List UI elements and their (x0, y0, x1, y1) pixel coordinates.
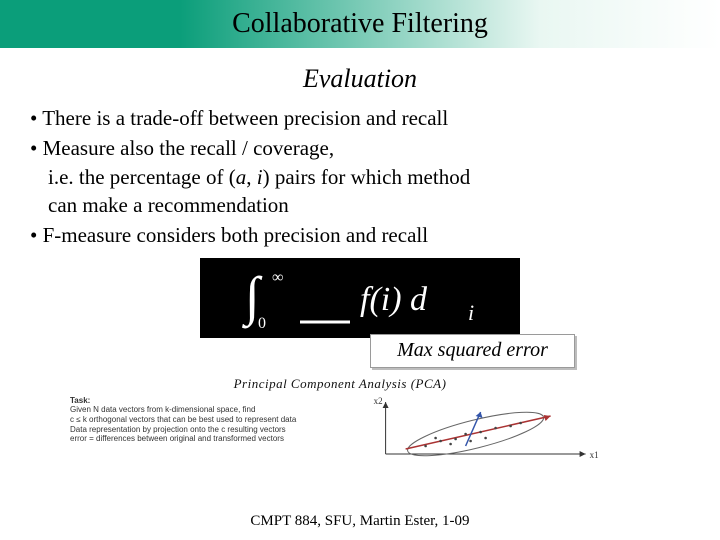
bullet-3-text: F-measure considers both precision and r… (43, 223, 428, 247)
pca-l3: Data representation by projection onto t… (70, 425, 351, 435)
pca-x2-label: x2 (373, 396, 382, 406)
formula-svg: ∫ ∞ 0 f(i) d i (210, 264, 510, 332)
bullet-2: • Measure also the recall / coverage, i.… (30, 134, 690, 219)
bullet-1-text: There is a trade-off between precision a… (42, 106, 448, 130)
pca-axis-y-arrow (382, 402, 388, 408)
slide: Collaborative Filtering Evaluation • The… (0, 0, 720, 540)
pca-x1-label: x1 (589, 450, 598, 460)
formula-image: ∫ ∞ 0 f(i) d i (200, 258, 520, 338)
pca-pc2 (465, 412, 480, 446)
integral-lower: 0 (258, 315, 266, 332)
b2-prefix: i.e. the percentage of ( (48, 165, 236, 189)
pca-pc1 (405, 416, 550, 449)
figure-area: ∫ ∞ 0 f(i) d i Max squared error Princip… (0, 258, 720, 458)
pca-figure: Principal Component Analysis (PCA) Task:… (70, 376, 610, 472)
formula-sub: i (468, 300, 474, 325)
slide-footer: CMPT 884, SFU, Martin Ester, 1-09 (0, 513, 720, 530)
bullet-2-line3: can make a recommendation (30, 191, 690, 219)
pca-axis-x-arrow (579, 451, 585, 457)
b2-comma: , (246, 165, 257, 189)
slide-subtitle: Evaluation (0, 64, 720, 94)
pca-ellipse (404, 403, 547, 464)
title-bar: Collaborative Filtering (0, 0, 720, 48)
pca-plot: x1 x2 (361, 394, 610, 466)
formula-body: f(i) d (360, 281, 428, 318)
bullet-1: • There is a trade-off between precision… (30, 104, 690, 132)
b2-suffix: ) pairs for which method (263, 165, 471, 189)
pca-l1: Given N data vectors from k-dimensional … (70, 405, 351, 415)
slide-title: Collaborative Filtering (232, 8, 488, 40)
bullet-2-text: Measure also the recall / coverage, (43, 136, 335, 160)
bullet-2-line2: i.e. the percentage of (a, i) pairs for … (30, 163, 690, 191)
pca-text: Task: Given N data vectors from k-dimens… (70, 394, 351, 444)
pca-task-hd: Task: (70, 396, 351, 406)
integral-upper: ∞ (272, 269, 283, 286)
pca-title: Principal Component Analysis (PCA) (70, 376, 610, 392)
content-area: • There is a trade-off between precision… (0, 104, 720, 250)
pca-l2: c ≤ k orthogonal vectors that can be bes… (70, 415, 351, 425)
b2-var-a: a (236, 165, 247, 189)
max-squared-error-label: Max squared error (370, 334, 575, 368)
pca-l4: error = differences between original and… (70, 434, 351, 444)
pca-body: Task: Given N data vectors from k-dimens… (70, 394, 610, 466)
bullet-3: • F-measure considers both precision and… (30, 221, 690, 249)
pca-pc1-arrow (543, 415, 550, 421)
mse-text: Max squared error (397, 339, 548, 362)
